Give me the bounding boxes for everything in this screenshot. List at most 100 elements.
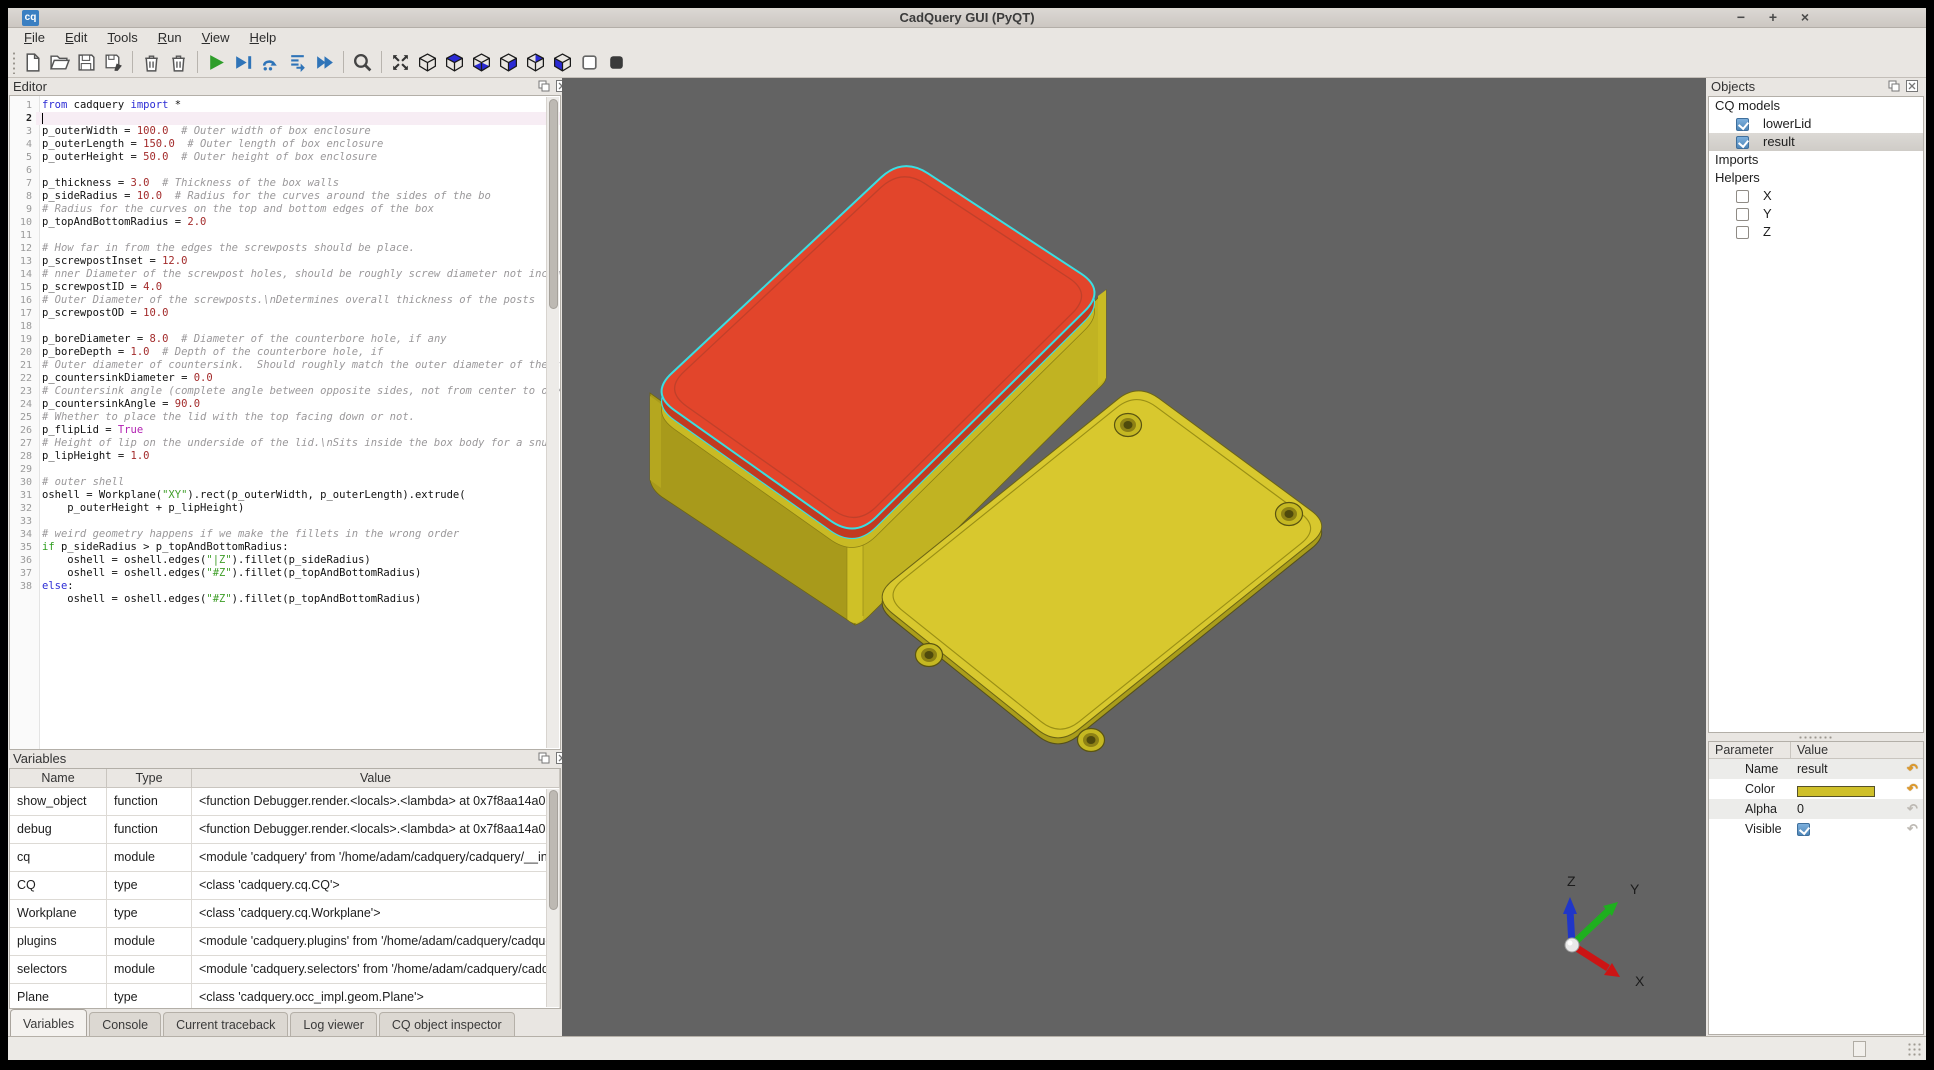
table-row[interactable]: selectorsmodule<module 'cadquery.selecto… — [10, 956, 560, 984]
visibility-checkbox[interactable] — [1736, 136, 1749, 149]
table-row[interactable]: pluginsmodule<module 'cadquery.plugins' … — [10, 928, 560, 956]
editor-vertical-scrollbar[interactable] — [546, 97, 559, 748]
menu-run[interactable]: Run — [148, 28, 192, 47]
menu-help[interactable]: Help — [240, 28, 287, 47]
tree-item-z[interactable]: Z — [1709, 223, 1923, 241]
panel-splitter-handle[interactable] — [1708, 733, 1924, 741]
color-swatch[interactable] — [1797, 786, 1875, 797]
run-icon[interactable] — [203, 49, 230, 76]
close-panel-icon[interactable] — [1906, 80, 1918, 92]
menu-edit[interactable]: Edit — [55, 28, 97, 47]
table-row[interactable]: show_objectfunction<function Debugger.re… — [10, 788, 560, 816]
code-line: 26p_flipLid = True — [10, 424, 560, 437]
toolbar-grip-handle[interactable] — [10, 50, 19, 74]
menu-tools[interactable]: Tools — [97, 28, 147, 47]
code-line: 2 — [10, 112, 560, 125]
code-line: 31oshell = Workplane("XY").rect(p_outerW… — [10, 489, 560, 502]
wireframe-view-icon[interactable] — [576, 49, 603, 76]
visibility-checkbox[interactable] — [1736, 208, 1749, 221]
axis-x-label: X — [1635, 973, 1645, 989]
table-row[interactable]: Workplanetype<class 'cadquery.cq.Workpla… — [10, 900, 560, 928]
code-line: 25# Whether to place the lid with the to… — [10, 411, 560, 424]
tree-item-result[interactable]: result — [1709, 133, 1923, 151]
menu-view[interactable]: View — [192, 28, 240, 47]
table-row[interactable]: debugfunction<function Debugger.render.<… — [10, 816, 560, 844]
code-line: 14# nner Diameter of the screwpost holes… — [10, 268, 560, 281]
debug-icon[interactable] — [230, 49, 257, 76]
code-line: 7p_thickness = 3.0 # Thickness of the bo… — [10, 177, 560, 190]
statusbar — [8, 1036, 1926, 1060]
view-front-icon[interactable] — [495, 49, 522, 76]
step-into-icon[interactable] — [284, 49, 311, 76]
float-panel-icon[interactable] — [1888, 80, 1900, 92]
open-folder-icon[interactable] — [46, 49, 73, 76]
delete-render-icon[interactable] — [138, 49, 165, 76]
3d-viewport[interactable]: Z Y X — [562, 78, 1706, 1036]
code-line: 21# Outer diameter of countersink. Shoul… — [10, 359, 560, 372]
tree-item-x[interactable]: X — [1709, 187, 1923, 205]
undo-icon[interactable]: ↶ — [1904, 781, 1921, 797]
dock-tabs: VariablesConsoleCurrent tracebackLog vie… — [8, 1009, 562, 1036]
tree-section-imports[interactable]: Imports — [1709, 151, 1923, 169]
axis-y-label: Y — [1630, 881, 1640, 897]
save-as-icon[interactable] — [100, 49, 127, 76]
shaded-view-icon[interactable] — [603, 49, 630, 76]
minimize-button[interactable]: − — [1732, 8, 1750, 28]
tree-item-lowerlid[interactable]: lowerLid — [1709, 115, 1923, 133]
column-header-value[interactable]: Value — [1791, 742, 1828, 758]
code-editor[interactable]: 1from cadquery import *23p_outerWidth = … — [9, 95, 561, 750]
parameter-row-name: Nameresult↶ — [1709, 759, 1923, 779]
new-file-icon[interactable] — [19, 49, 46, 76]
undo-icon[interactable]: ↶ — [1904, 801, 1921, 817]
editor-scrollbar-thumb[interactable] — [549, 99, 558, 309]
table-row[interactable]: CQtype<class 'cadquery.cq.CQ'> — [10, 872, 560, 900]
variables-scrollbar-thumb[interactable] — [549, 790, 558, 910]
column-header-type[interactable]: Type — [107, 769, 192, 787]
float-panel-icon[interactable] — [538, 80, 550, 92]
view-top-icon[interactable] — [441, 49, 468, 76]
fit-view-icon[interactable] — [387, 49, 414, 76]
window-resize-grip[interactable] — [1907, 1042, 1922, 1057]
tab-current-traceback[interactable]: Current traceback — [163, 1012, 288, 1039]
table-row[interactable]: Planetype<class 'cadquery.occ_impl.geom.… — [10, 984, 560, 1009]
parameter-name: Name — [1709, 762, 1791, 776]
statusbar-grip[interactable] — [1853, 1041, 1866, 1057]
view-iso-icon[interactable] — [414, 49, 441, 76]
step-over-icon[interactable] — [257, 49, 284, 76]
column-header-parameter[interactable]: Parameter — [1709, 742, 1791, 758]
tree-item-y[interactable]: Y — [1709, 205, 1923, 223]
view-back-icon[interactable] — [522, 49, 549, 76]
delete-all-icon[interactable] — [165, 49, 192, 76]
menu-file[interactable]: File — [14, 28, 55, 47]
undo-icon[interactable]: ↶ — [1904, 821, 1921, 837]
continue-icon[interactable] — [311, 49, 338, 76]
table-row[interactable]: cqmodule<module 'cadquery' from '/home/a… — [10, 844, 560, 872]
column-header-name[interactable]: Name — [10, 769, 107, 787]
tree-section-cq-models[interactable]: CQ models — [1709, 97, 1923, 115]
tab-console[interactable]: Console — [89, 1012, 161, 1039]
view-bottom-icon[interactable] — [468, 49, 495, 76]
visible-checkbox[interactable] — [1797, 823, 1810, 836]
tab-cq-object-inspector[interactable]: CQ object inspector — [379, 1012, 515, 1039]
zoom-to-fit-icon[interactable] — [349, 49, 376, 76]
view-left-icon[interactable] — [549, 49, 576, 76]
variables-vertical-scrollbar[interactable] — [546, 789, 559, 1007]
tree-section-helpers[interactable]: Helpers — [1709, 169, 1923, 187]
close-button[interactable]: × — [1796, 8, 1814, 28]
visibility-checkbox[interactable] — [1736, 190, 1749, 203]
tab-log-viewer[interactable]: Log viewer — [290, 1012, 376, 1039]
visibility-checkbox[interactable] — [1736, 226, 1749, 239]
visibility-checkbox[interactable] — [1736, 118, 1749, 131]
toolbar-separator — [197, 51, 198, 73]
tab-variables[interactable]: Variables — [10, 1009, 87, 1036]
float-panel-icon[interactable] — [538, 752, 550, 764]
window-controls: − + × — [1732, 8, 1814, 28]
code-line: 23# Countersink angle (complete angle be… — [10, 385, 560, 398]
code-line: 28p_lipHeight = 1.0 — [10, 450, 560, 463]
undo-icon[interactable]: ↶ — [1904, 761, 1921, 777]
maximize-button[interactable]: + — [1764, 8, 1782, 28]
save-icon[interactable] — [73, 49, 100, 76]
titlebar[interactable]: cq CadQuery GUI (PyQT) − + × — [8, 8, 1926, 28]
tree-item-label: Y — [1763, 205, 1772, 223]
column-header-value[interactable]: Value — [192, 769, 560, 787]
